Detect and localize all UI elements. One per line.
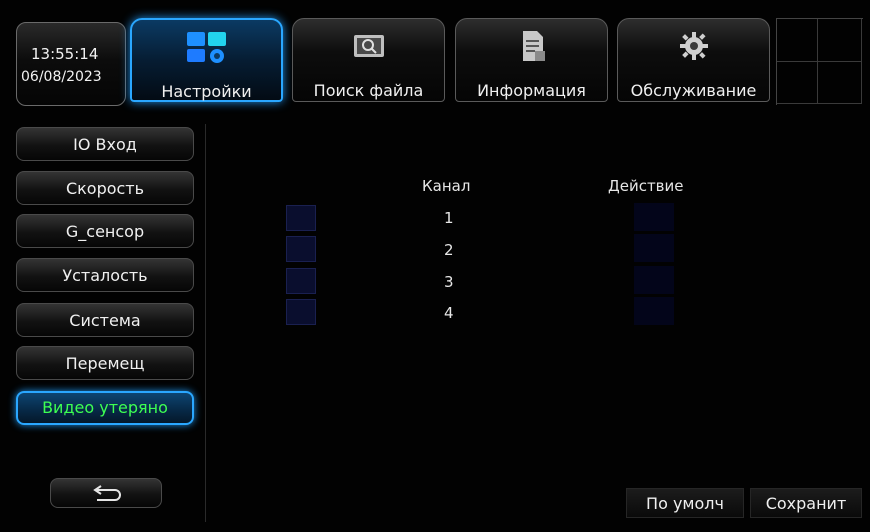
channel-action-4[interactable] xyxy=(634,297,674,325)
channel-number-2: 2 xyxy=(444,241,454,259)
sidebar-item-g-sensor[interactable]: G_сенсор xyxy=(16,214,194,248)
back-button[interactable] xyxy=(50,478,162,508)
sidebar-item-speed[interactable]: Скорость xyxy=(16,171,194,205)
tab-file-search[interactable]: Поиск файла xyxy=(292,18,445,102)
channel-number-1: 1 xyxy=(444,209,454,227)
channel-number-4: 4 xyxy=(444,304,454,322)
sidebar-divider xyxy=(205,124,206,522)
channel-checkbox-1[interactable] xyxy=(286,205,316,231)
return-arrow-icon xyxy=(93,485,121,501)
sidebar-item-system[interactable]: Система xyxy=(16,303,194,337)
sidebar-item-fatigue[interactable]: Усталость xyxy=(16,258,194,292)
sidebar-item-label: Усталость xyxy=(62,266,148,285)
channel-action-1[interactable] xyxy=(634,203,674,231)
tab-file-search-label: Поиск файла xyxy=(313,81,424,100)
default-button[interactable]: По умолч xyxy=(626,488,744,518)
sidebar-item-label: Система xyxy=(69,311,141,330)
document-icon xyxy=(522,31,545,61)
clock-panel: 13:55:14 06/08/2023 xyxy=(16,22,126,106)
tab-maintenance[interactable]: Обслуживание xyxy=(617,18,770,102)
column-header-action: Действие xyxy=(608,177,684,195)
gear-icon xyxy=(679,32,708,60)
sidebar-item-video-loss[interactable]: Видео утеряно xyxy=(16,391,194,425)
search-icon xyxy=(353,35,384,57)
sidebar-item-label: IO Вход xyxy=(73,135,137,154)
tab-information-label: Информация xyxy=(477,81,586,100)
channel-action-2[interactable] xyxy=(634,234,674,262)
dvr-settings-screen: 13:55:14 06/08/2023 Настройки Поиск файл… xyxy=(0,0,870,532)
sidebar-item-label: Перемещ xyxy=(65,354,145,373)
channel-checkbox-2[interactable] xyxy=(286,236,316,262)
sidebar-item-label: Скорость xyxy=(65,179,145,198)
tab-maintenance-label: Обслуживание xyxy=(630,81,757,100)
tab-information[interactable]: Информация xyxy=(455,18,608,102)
sidebar-item-label: G_сенсор xyxy=(65,222,145,241)
decorative-grid xyxy=(776,18,863,105)
status-date: 06/08/2023 xyxy=(21,69,102,85)
column-header-channel: Канал xyxy=(422,177,471,195)
tab-settings-label: Настройки xyxy=(161,82,252,101)
sidebar-item-label: Видео утеряно xyxy=(42,398,168,417)
save-button[interactable]: Сохранит xyxy=(750,488,862,518)
channel-checkbox-3[interactable] xyxy=(286,268,316,294)
sidebar-item-movement[interactable]: Перемещ xyxy=(16,346,194,380)
tab-settings[interactable]: Настройки xyxy=(130,18,283,102)
channel-action-3[interactable] xyxy=(634,266,674,294)
settings-tiles-icon xyxy=(186,32,226,63)
sidebar-item-io-input[interactable]: IO Вход xyxy=(16,127,194,161)
channel-checkbox-4[interactable] xyxy=(286,299,316,325)
status-time: 13:55:14 xyxy=(31,45,99,63)
channel-number-3: 3 xyxy=(444,273,454,291)
